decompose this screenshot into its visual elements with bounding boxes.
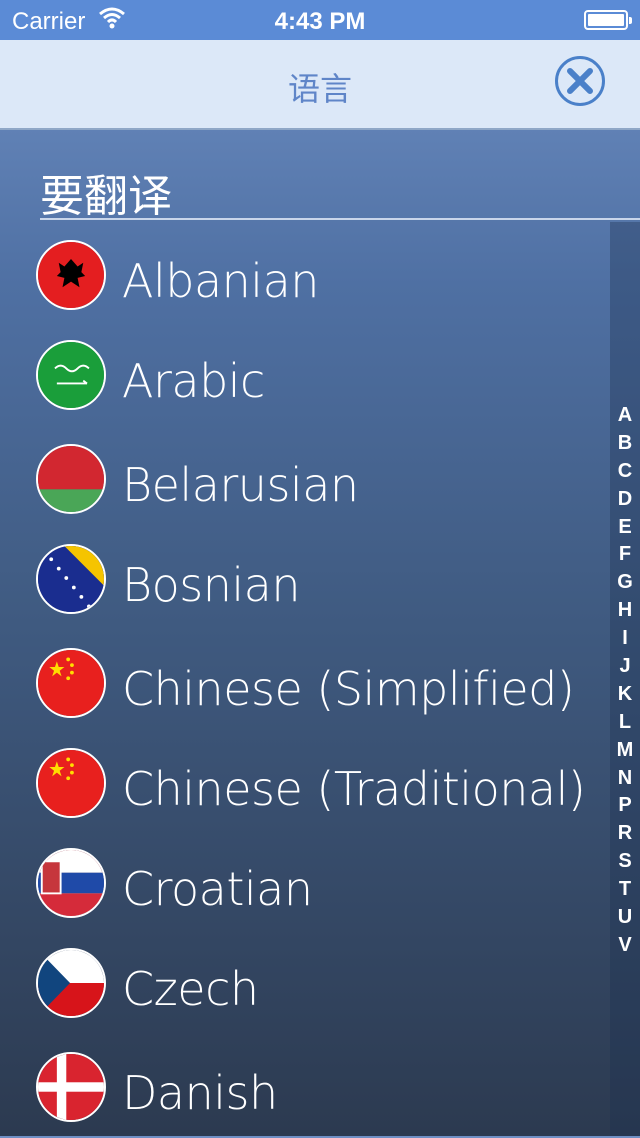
page-title: 语言 (287, 70, 352, 108)
language-name: Croatian (122, 862, 313, 916)
language-row-chinese-traditional[interactable]: Chinese (Traditional) (0, 734, 610, 834)
belarus-flag-icon (36, 444, 106, 514)
china-flag-icon (36, 748, 106, 818)
china-flag-icon (36, 648, 106, 718)
language-name: Arabic (122, 354, 265, 408)
language-name: Danish (122, 1066, 278, 1120)
language-name: Czech (122, 962, 259, 1016)
section-header: 要翻译 (40, 158, 640, 222)
language-name: Chinese (Simplified) (122, 662, 575, 716)
index-letter-v[interactable]: V (610, 932, 640, 960)
index-letter-i[interactable]: I (610, 625, 640, 653)
language-name: Albanian (122, 254, 319, 308)
index-letter-k[interactable]: K (610, 681, 640, 709)
index-letter-e[interactable]: E (610, 514, 640, 542)
index-letter-b[interactable]: B (610, 430, 640, 458)
bosnia-flag-icon (36, 544, 106, 614)
battery-icon (584, 10, 632, 30)
index-letter-c[interactable]: C (610, 458, 640, 486)
language-name: Belarusian (122, 458, 359, 512)
language-row-danish[interactable]: Danish (0, 1038, 610, 1138)
index-letter-n[interactable]: N (610, 765, 640, 793)
index-letter-p[interactable]: P (610, 792, 640, 820)
section-index-bar[interactable]: ABCDEFGHIJKLMNPRSTUV (610, 222, 640, 1136)
index-letter-u[interactable]: U (610, 904, 640, 932)
saudi-arabia-flag-icon (36, 340, 106, 410)
index-letter-s[interactable]: S (610, 848, 640, 876)
index-letter-t[interactable]: T (610, 876, 640, 904)
index-letter-f[interactable]: F (610, 541, 640, 569)
language-row-arabic[interactable]: Arabic (0, 326, 610, 426)
index-letter-r[interactable]: R (610, 820, 640, 848)
section-header-label: 要翻译 (40, 171, 172, 222)
index-letter-g[interactable]: G (610, 569, 640, 597)
index-letter-d[interactable]: D (610, 486, 640, 514)
czech-flag-icon (36, 948, 106, 1018)
language-name: Chinese (Traditional) (122, 762, 586, 816)
language-row-czech[interactable]: Czech (0, 934, 610, 1034)
index-letter-m[interactable]: M (610, 737, 640, 765)
language-row-bosnian[interactable]: Bosnian (0, 530, 610, 630)
index-letter-l[interactable]: L (610, 709, 640, 737)
close-x-circle-icon (567, 68, 593, 94)
language-row-croatian[interactable]: Croatian (0, 834, 610, 934)
index-letter-h[interactable]: H (610, 597, 640, 625)
language-row-belarusian[interactable]: Belarusian (0, 430, 610, 530)
index-letter-j[interactable]: J (610, 653, 640, 681)
serbia-flag-icon (36, 848, 106, 918)
language-name: Bosnian (122, 558, 301, 612)
clock-time: 4:43 PM (274, 8, 366, 35)
status-bar: Carrier 4:43 PM (0, 0, 640, 40)
navigation-bar: 语言 (0, 40, 640, 130)
index-letters: ABCDEFGHIJKLMNPRSTUV (610, 402, 640, 960)
language-row-albanian[interactable]: Albanian (0, 226, 610, 326)
close-button[interactable] (555, 56, 605, 106)
language-row-chinese-simplified[interactable]: Chinese (Simplified) (0, 634, 610, 734)
denmark-flag-icon (36, 1052, 106, 1122)
albania-flag-icon (36, 240, 106, 310)
index-letter-a[interactable]: A (610, 402, 640, 430)
